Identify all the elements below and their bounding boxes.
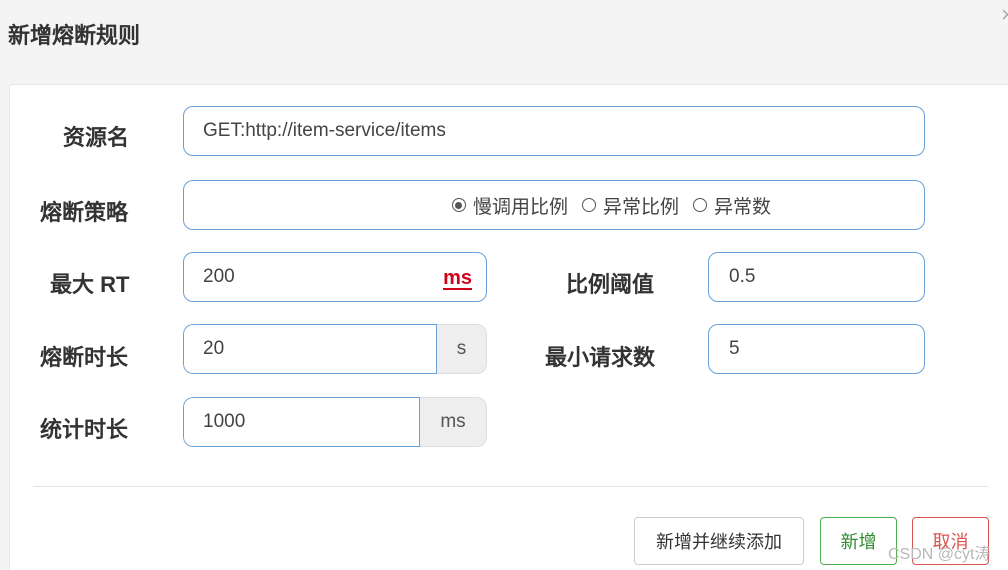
watermark: CSDN @cyt涛 (888, 546, 991, 563)
break-duration-group: 20 s (183, 324, 487, 374)
dialog-title: 新增熔断规则 (8, 23, 141, 48)
max-rt-value: 200 (203, 266, 235, 287)
radio-unchecked-icon (581, 198, 596, 212)
strategy-option-error-ratio[interactable]: 异常比例 (581, 192, 679, 219)
footer-divider (33, 486, 988, 487)
resource-input[interactable]: GET:http://item-service/items (183, 106, 925, 156)
max-rt-input[interactable]: 200 ms (183, 252, 487, 302)
ratio-input[interactable]: 0.5 (708, 252, 925, 302)
strategy-option-label: 异常数 (714, 196, 772, 218)
strategy-option-label: 异常比例 (602, 196, 679, 218)
strategy-option-slow-ratio[interactable]: 慢调用比例 (451, 192, 568, 219)
strategy-group: 慢调用比例 异常比例 异常数 (183, 180, 925, 230)
break-duration-input[interactable]: 20 (183, 324, 437, 374)
strategy-label: 熔断策略 (40, 200, 129, 225)
stat-duration-unit: ms (420, 397, 487, 447)
close-icon[interactable]: × (1001, 2, 1008, 28)
break-duration-label: 熔断时长 (40, 345, 129, 370)
resource-label: 资源名 (63, 125, 130, 150)
max-rt-label: 最大 RT (50, 272, 130, 297)
min-requests-input[interactable]: 5 (708, 324, 925, 374)
radio-unchecked-icon (693, 198, 707, 212)
min-requests-value: 5 (729, 338, 740, 359)
radio-checked-icon (451, 198, 466, 212)
strategy-option-error-count[interactable]: 异常数 (693, 192, 771, 219)
ratio-value: 0.5 (729, 266, 756, 287)
stat-duration-value: 1000 (203, 411, 246, 432)
resource-value: GET:http://item-service/items (203, 120, 446, 141)
stat-duration-group: 1000 ms (183, 397, 487, 447)
stat-duration-label: 统计时长 (40, 417, 129, 442)
max-rt-unit: ms (443, 267, 472, 290)
break-duration-unit: s (437, 324, 487, 374)
min-requests-label: 最小请求数 (545, 345, 656, 370)
strategy-option-label: 慢调用比例 (472, 196, 568, 218)
ratio-label: 比例阈值 (566, 272, 655, 297)
dialog-header: 新增熔断规则 × (0, 0, 1008, 76)
break-duration-value: 20 (203, 338, 225, 359)
add-and-continue-button[interactable]: 新增并继续添加 (634, 517, 804, 565)
stat-duration-input[interactable]: 1000 (183, 397, 420, 447)
add-button[interactable]: 新增 (820, 517, 897, 565)
